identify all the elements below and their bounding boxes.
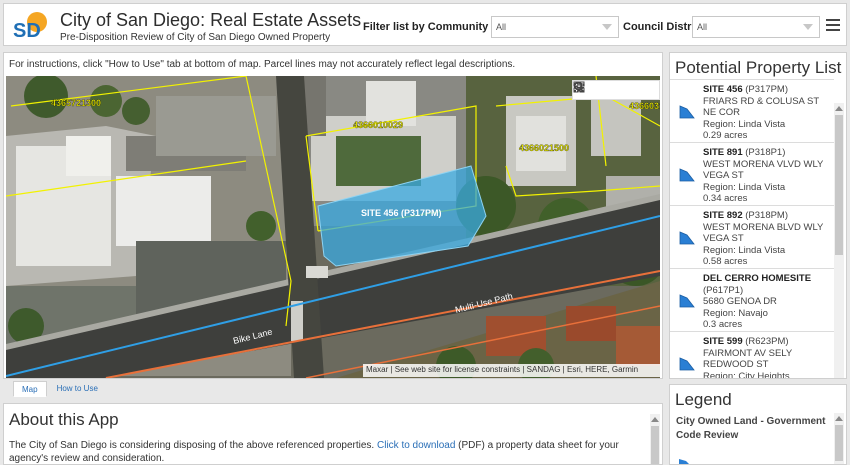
site-marker-icon bbox=[679, 231, 695, 245]
download-link[interactable]: Click to download bbox=[377, 440, 455, 451]
app-title: City of San Diego: Real Estate Assets bbox=[60, 10, 362, 30]
about-title: About this App bbox=[9, 410, 119, 429]
property-acres: 0.3 acres bbox=[703, 319, 743, 330]
property-region: Region: Navajo bbox=[703, 307, 768, 319]
svg-text:SD: SD bbox=[13, 20, 41, 41]
list-icon[interactable] bbox=[574, 83, 612, 97]
property-address: 5680 GENOA DR bbox=[703, 296, 777, 307]
community-area-select[interactable]: All bbox=[491, 16, 619, 38]
tab-map[interactable]: Map bbox=[13, 381, 47, 397]
site-marker-icon bbox=[679, 105, 695, 119]
scroll-up-icon[interactable] bbox=[835, 106, 843, 111]
map-panel: For instructions, click "How to Use" tab… bbox=[3, 52, 663, 379]
about-text: The City of San Diego is considering dis… bbox=[9, 439, 634, 464]
parcel-label: 4366010029 bbox=[353, 120, 403, 130]
map-instructions: For instructions, click "How to Use" tab… bbox=[9, 59, 516, 70]
property-acres: 0.34 acres bbox=[703, 193, 748, 204]
site-label: SITE 456 (P317PM) bbox=[361, 208, 442, 218]
legend-scrollbar[interactable] bbox=[834, 413, 844, 464]
property-address: FRIARS RD & COLUSA ST NE COR bbox=[703, 95, 819, 119]
scrollbar-thumb[interactable] bbox=[835, 115, 843, 255]
parcel-label: 4365721300 bbox=[51, 98, 101, 108]
site-marker-icon bbox=[679, 357, 695, 371]
about-text-before: The City of San Diego is considering dis… bbox=[9, 440, 377, 451]
property-name: SITE 892 bbox=[703, 210, 743, 221]
chevron-down-icon bbox=[803, 24, 813, 30]
site-marker-icon bbox=[679, 294, 695, 308]
scroll-up-icon[interactable] bbox=[835, 416, 843, 421]
property-name: SITE 891 bbox=[703, 147, 743, 158]
legend-swatch-icon bbox=[678, 455, 694, 464]
parcel-label: 4366031 bbox=[629, 101, 660, 111]
about-scrollbar[interactable] bbox=[650, 414, 660, 464]
map-toolbar bbox=[572, 80, 660, 100]
property-acres: 0.29 acres bbox=[703, 130, 748, 141]
about-panel: About this App The City of San Diego is … bbox=[3, 403, 663, 465]
property-address: WEST MORENA VLVD WLY VEGA ST bbox=[703, 158, 824, 182]
property-list-panel: Potential Property List SITE 456 (P317PM… bbox=[669, 52, 847, 379]
legend-label: City Owned Land - Government Code Review bbox=[676, 416, 826, 441]
property-address: WEST MORENA BLVD WLY VEGA ST bbox=[703, 221, 824, 245]
aerial-imagery: 4365721300 4366010029 4366021500 4366031… bbox=[6, 76, 660, 378]
property-list: SITE 456 (P317PM) FRIARS RD & COLUSA ST N… bbox=[670, 79, 834, 379]
tab-how-to-use[interactable]: How to Use bbox=[49, 381, 106, 397]
menu-icon[interactable] bbox=[826, 19, 840, 32]
property-region: Region: Linda Vista bbox=[703, 181, 786, 193]
property-name: SITE 599 bbox=[703, 336, 743, 347]
scrollbar-thumb[interactable] bbox=[651, 426, 659, 464]
council-district-value: All bbox=[697, 22, 708, 32]
list-item[interactable]: SITE 599 (R623PM) FAIRMONT AV SELY REDWOO… bbox=[670, 331, 834, 379]
property-region: Region: Linda Vista bbox=[703, 118, 786, 130]
property-code: (P318P1) bbox=[745, 147, 786, 158]
map-attribution: Maxar | See web site for license constra… bbox=[363, 364, 660, 377]
property-list-scrollbar[interactable] bbox=[834, 103, 844, 378]
list-item[interactable]: SITE 891 (P318P1) WEST MORENA VLVD WLY VE… bbox=[670, 142, 834, 205]
scrollbar-thumb[interactable] bbox=[835, 425, 843, 461]
property-region: Region: City Heights bbox=[703, 370, 790, 379]
property-list-title: Potential Property List bbox=[675, 58, 842, 77]
map-view[interactable]: 4365721300 4366010029 4366021500 4366031… bbox=[6, 76, 660, 378]
property-code: (P317PM) bbox=[745, 84, 789, 95]
parcel-label: 4366021500 bbox=[519, 143, 569, 153]
list-item[interactable]: DEL CERRO HOMESITE (P617P1) 5680 GENOA DR… bbox=[670, 268, 834, 331]
property-code: (P318PM) bbox=[745, 210, 789, 221]
property-name: DEL CERRO HOMESITE bbox=[703, 273, 812, 284]
community-area-value: All bbox=[496, 22, 507, 32]
list-item[interactable]: SITE 892 (P318PM) WEST MORENA BLVD WLY VE… bbox=[670, 205, 834, 268]
property-code: (R623PM) bbox=[745, 336, 789, 347]
layers-icon[interactable] bbox=[573, 81, 634, 97]
chevron-down-icon bbox=[602, 24, 612, 30]
council-district-select[interactable]: All bbox=[692, 16, 820, 38]
city-logo: SD bbox=[12, 11, 50, 42]
property-acres: 0.58 acres bbox=[703, 256, 748, 267]
app-subtitle: Pre-Disposition Review of City of San Di… bbox=[60, 32, 331, 43]
legend-title: Legend bbox=[675, 390, 732, 409]
list-item[interactable]: SITE 456 (P317PM) FRIARS RD & COLUSA ST N… bbox=[670, 79, 834, 142]
legend-panel: Legend City Owned Land - Government Code… bbox=[669, 384, 847, 465]
app-header: SD City of San Diego: Real Estate Assets… bbox=[3, 3, 847, 46]
basemap-gallery-icon[interactable] bbox=[573, 81, 655, 97]
property-region: Region: Linda Vista bbox=[703, 244, 786, 256]
property-address: FAIRMONT AV SELY REDWOOD ST bbox=[703, 347, 793, 371]
property-name: SITE 456 bbox=[703, 84, 743, 95]
scroll-up-icon[interactable] bbox=[651, 417, 659, 422]
bottom-tabs: Map How to Use bbox=[13, 381, 108, 398]
property-code: (P617P1) bbox=[703, 284, 744, 296]
site-marker-icon bbox=[679, 168, 695, 182]
